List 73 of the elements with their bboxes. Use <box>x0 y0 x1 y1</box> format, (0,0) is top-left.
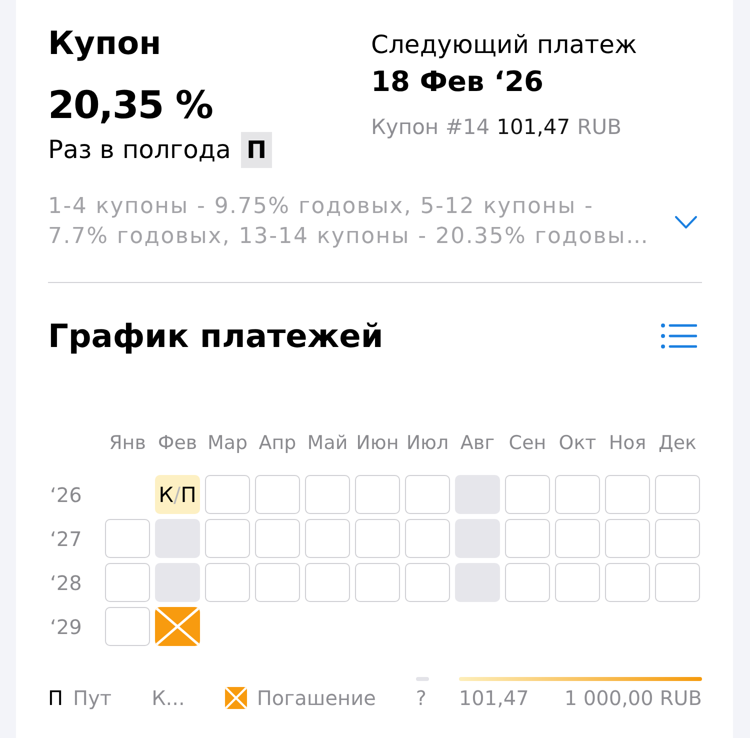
month-label: Май <box>307 431 348 455</box>
calendar-cell <box>505 519 550 558</box>
coupon-number: Купон #14 <box>371 114 490 141</box>
calendar-cell <box>605 519 650 558</box>
currency-text: RUB <box>577 114 622 141</box>
coupon-amount: 101,47 <box>496 114 570 141</box>
calendar-cell <box>355 475 400 514</box>
calendar-cell <box>505 563 550 602</box>
calendar-cell <box>555 475 600 514</box>
month-label: Ноя <box>608 431 646 455</box>
list-icon[interactable] <box>661 323 697 349</box>
calendar-cell <box>205 475 250 514</box>
calendar-cell <box>405 475 450 514</box>
month-label: Сен <box>508 431 546 455</box>
legend-symbol: П <box>48 686 64 710</box>
chevron-icon[interactable] <box>675 216 697 228</box>
calendar-cell <box>655 475 700 514</box>
calendar-cell <box>255 563 300 602</box>
calendar-cell <box>305 475 350 514</box>
calendar-cell <box>355 519 400 558</box>
month-label: Июл <box>406 431 449 455</box>
payment-cell[interactable]: К/П <box>155 475 200 514</box>
year-label: ‘28 <box>49 570 82 594</box>
calendar-cell <box>305 563 350 602</box>
unknown-payment-cell <box>155 563 200 602</box>
frequency-text: Раз в полгода <box>48 134 231 166</box>
schedule-title: График платежей <box>48 317 384 355</box>
month-label: Июн <box>356 431 399 455</box>
calendar-cell <box>405 519 450 558</box>
next-payment-date: 18 Фев ‘26 <box>371 65 545 99</box>
calendar-cell <box>305 519 350 558</box>
coupon-rate: 20,35 % <box>48 82 214 129</box>
unknown-payment-cell <box>455 519 500 558</box>
legend-label: К... <box>152 686 185 710</box>
calendar-cell <box>505 475 550 514</box>
year-label: ‘26 <box>49 482 82 506</box>
unknown-payment-cell <box>455 563 500 602</box>
unknown-payment-cell <box>155 519 200 558</box>
month-label: Янв <box>109 431 146 455</box>
calendar-cell <box>205 519 250 558</box>
scale-min-label: 101,47 <box>458 686 529 710</box>
calendar-cell <box>105 563 150 602</box>
legend-label: Погашение <box>256 686 376 710</box>
legend-label: Пут <box>73 686 112 710</box>
calendar-cell <box>105 519 150 558</box>
calendar-cell <box>405 563 450 602</box>
year-label: ‘29 <box>49 614 82 638</box>
calendar-cell <box>605 563 650 602</box>
coupon-description: 1-4 купоны - 9.75% годовых, 5-12 купоны - 7.7% годовых, 13-14 купоны - 20.35% годовы… <box>48 193 650 251</box>
month-label: Авг <box>460 431 495 455</box>
next-payment-label: Следующий платеж <box>371 29 638 61</box>
month-label: Апр <box>258 431 296 455</box>
redemption-cell[interactable] <box>155 607 200 646</box>
calendar-cell <box>355 563 400 602</box>
calendar-cell <box>555 519 600 558</box>
calendar-cell <box>205 563 250 602</box>
month-label: Окт <box>558 431 596 455</box>
calendar-cell <box>605 475 650 514</box>
calendar-cell <box>555 563 600 602</box>
unknown-payment-cell <box>455 475 500 514</box>
calendar-cell <box>655 563 700 602</box>
year-label: ‘27 <box>49 526 82 550</box>
calendar-cell <box>255 519 300 558</box>
calendar-cell <box>105 607 150 646</box>
put-badge: П <box>240 132 272 168</box>
coupon-title: Купон <box>48 24 162 62</box>
calendar-cell <box>655 519 700 558</box>
scale-max-label: 1 000,00 RUB <box>564 686 702 710</box>
month-label: Дек <box>658 431 696 455</box>
calendar-cell <box>255 475 300 514</box>
month-label: Фев <box>158 431 198 455</box>
legend-label: ? <box>416 686 427 710</box>
month-label: Мар <box>207 431 248 455</box>
